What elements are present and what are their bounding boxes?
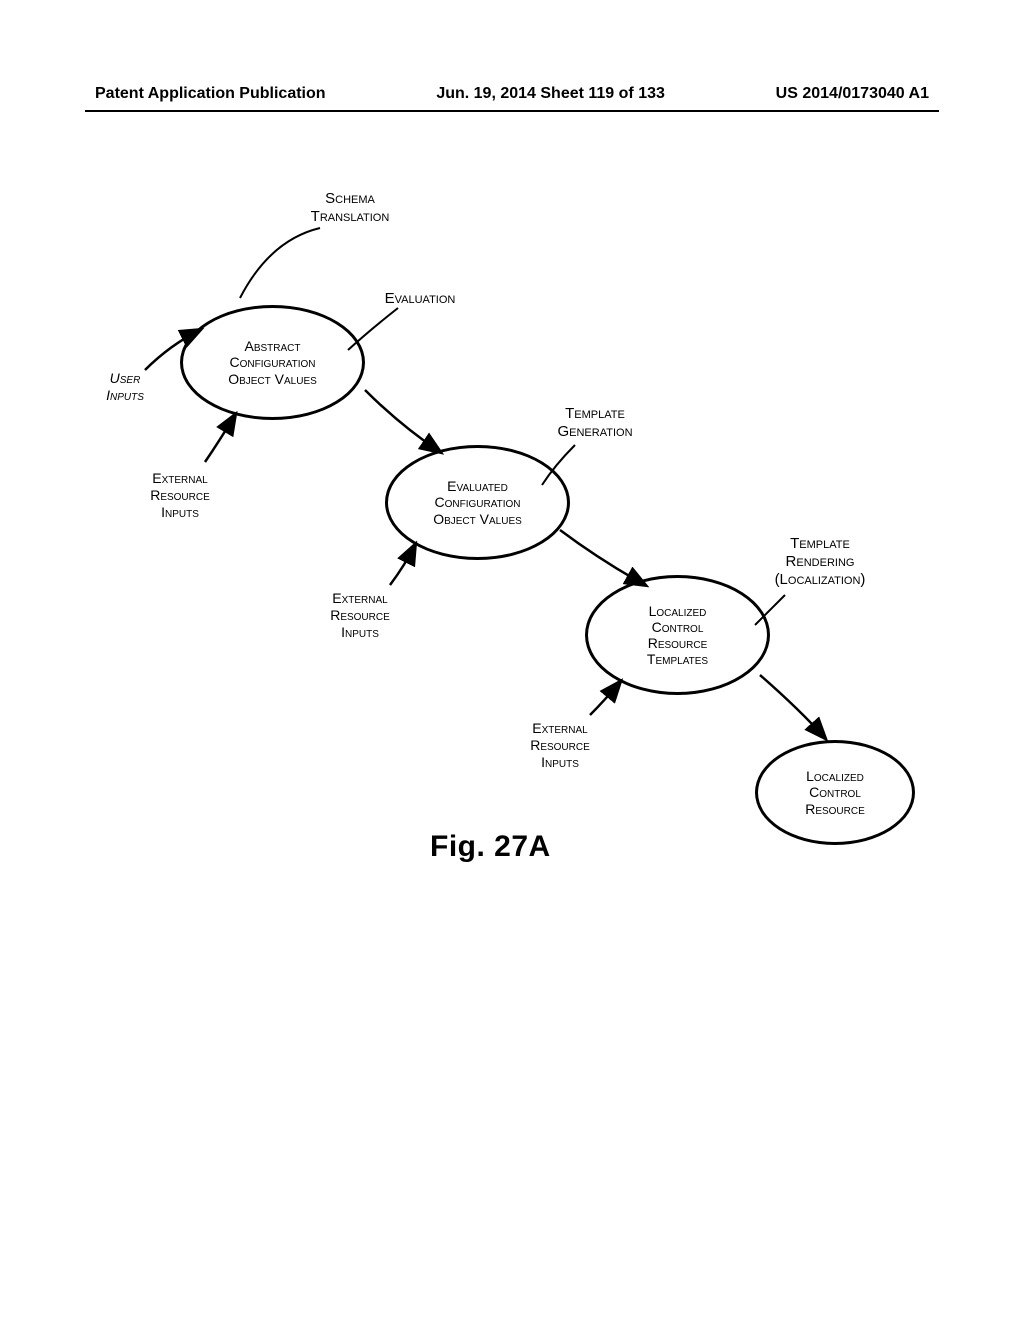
header-left: Patent Application Publication — [95, 85, 326, 103]
header-rule — [85, 110, 939, 112]
arrows-layer — [90, 190, 910, 1090]
arrow-tmplrender — [760, 675, 825, 738]
arrow-tmplgen — [560, 530, 645, 585]
arrow-ext-1 — [205, 415, 235, 462]
arc-tmplrender-top — [755, 595, 785, 625]
arrow-eval — [365, 390, 440, 452]
page-header: Patent Application Publication Jun. 19, … — [0, 85, 1024, 103]
figure-area: SchemaTranslation Evaluation TemplateGen… — [90, 190, 910, 1090]
arc-schema — [240, 228, 320, 298]
arc-tmplgen-top — [542, 445, 575, 485]
arrow-ext-2 — [390, 545, 415, 585]
arc-eval-top — [348, 308, 398, 350]
header-center: Jun. 19, 2014 Sheet 119 of 133 — [436, 85, 665, 103]
header-right: US 2014/0173040 A1 — [776, 85, 929, 103]
arrow-ext-3 — [590, 682, 620, 715]
arrow-user-inputs — [145, 330, 200, 370]
